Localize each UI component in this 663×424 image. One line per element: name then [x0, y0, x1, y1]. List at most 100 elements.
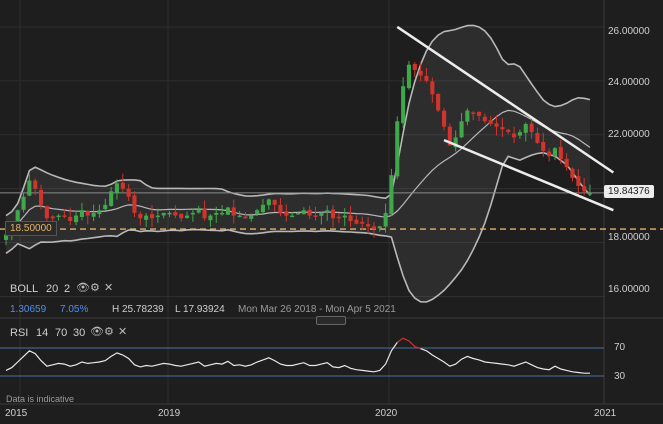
candle-body: [552, 148, 557, 156]
time-tick-2020: 2020: [375, 408, 398, 419]
candle-body: [307, 209, 312, 216]
candle-body: [185, 215, 190, 218]
boll-multiplier: 2: [64, 283, 71, 295]
rsi-gear-icon[interactable]: ⚙: [104, 325, 114, 338]
last-price-label: 19.84376: [604, 185, 654, 198]
boll-low: L 17.93924: [175, 304, 225, 315]
candle-body: [155, 215, 160, 218]
candle-body: [272, 199, 277, 205]
candle-body: [138, 213, 143, 219]
candle-body: [494, 123, 499, 127]
candle-body: [547, 151, 552, 157]
candle-body: [179, 213, 184, 219]
candle-body: [85, 210, 90, 216]
boll-high: H 25.78239: [112, 304, 164, 315]
candle-body: [33, 180, 38, 189]
boll-value-2: 7.05%: [60, 304, 89, 315]
candle-body: [325, 210, 330, 213]
candle-body: [523, 124, 528, 133]
candle-body: [79, 210, 84, 217]
candle-body: [190, 212, 195, 215]
candle-body: [512, 133, 517, 138]
candle-body: [354, 219, 359, 224]
candle-body: [360, 221, 365, 224]
indicative-note: Data is indicative: [6, 394, 75, 404]
candle-body: [167, 212, 172, 215]
candle-body: [173, 212, 178, 216]
candle-body: [126, 188, 131, 197]
candle-body: [255, 210, 260, 215]
candle-body: [336, 216, 341, 219]
boll-indicator-name: BOLL: [10, 283, 39, 295]
candle-body: [44, 206, 49, 219]
rsi-line: [420, 348, 590, 374]
rsi-lower: 30: [73, 327, 86, 339]
candle-body: [301, 210, 306, 215]
candle-body: [196, 210, 201, 213]
candle-body: [436, 94, 441, 111]
time-tick-2015: 2015: [5, 408, 28, 419]
candle-body: [74, 215, 79, 223]
candle-body: [150, 214, 155, 219]
support-level-label: 18.50000: [5, 221, 57, 236]
candle-body: [120, 182, 125, 189]
gear-icon[interactable]: ⚙: [90, 281, 100, 294]
candle-body: [459, 121, 464, 138]
rsi-eye-icon[interactable]: 👁: [90, 325, 104, 338]
boll-period: 20: [46, 283, 59, 295]
candle-body: [582, 186, 587, 192]
price-tick-16: 16.00000: [608, 284, 650, 295]
candle-body: [389, 175, 394, 215]
candle-body: [243, 216, 248, 219]
candle-body: [517, 132, 522, 136]
price-chart: [0, 0, 663, 405]
candle-body: [144, 215, 149, 220]
candle-body: [406, 64, 411, 89]
rsi-period: 14: [36, 327, 49, 339]
collapse-icon[interactable]: [316, 316, 346, 325]
candle-body: [220, 212, 225, 215]
time-tick-2019: 2019: [158, 408, 181, 419]
candle-body: [68, 216, 73, 221]
candle-body: [91, 212, 96, 217]
rsi-close-icon[interactable]: ✕: [118, 325, 127, 338]
candle-body: [371, 226, 376, 230]
candle-body: [296, 212, 301, 215]
candle-body: [161, 212, 166, 216]
rsi-line: [5, 342, 398, 373]
candle-body: [114, 183, 119, 194]
candle-body: [313, 215, 318, 217]
candle-body: [132, 195, 137, 213]
candle-body: [535, 133, 540, 143]
price-tick-22: 22.00000: [608, 129, 650, 140]
price-tick-24: 24.00000: [608, 77, 650, 88]
candle-body: [564, 158, 569, 168]
candle-body: [21, 196, 26, 210]
candle-body: [208, 215, 213, 221]
boll-value-1: 1.30659: [10, 304, 47, 315]
eye-icon[interactable]: 👁: [76, 281, 90, 294]
candle-body: [319, 212, 324, 216]
boll-date-range: Mon Mar 26 2018 - Mon Apr 5 2021: [238, 304, 396, 315]
close-icon[interactable]: ✕: [104, 281, 113, 294]
candle-body: [482, 116, 487, 122]
candle-body: [401, 86, 406, 124]
candle-body: [500, 127, 505, 130]
candle-body: [103, 204, 108, 210]
rsi-tick-30: 30: [614, 371, 626, 382]
candle-body: [529, 123, 534, 133]
candle-body: [109, 191, 114, 206]
candle-body: [541, 142, 546, 151]
price-tick-18: 18.00000: [608, 232, 650, 243]
candle-body: [27, 180, 32, 196]
candle-body: [342, 215, 347, 218]
candle-body: [231, 207, 236, 216]
candle-body: [237, 215, 242, 218]
candle-body: [506, 129, 511, 132]
price-tick-26: 26.00000: [608, 26, 650, 37]
candle-body: [50, 216, 55, 219]
candle-body: [412, 64, 417, 70]
candle-body: [331, 209, 336, 219]
candle-body: [558, 146, 563, 159]
candle-body: [366, 224, 371, 227]
